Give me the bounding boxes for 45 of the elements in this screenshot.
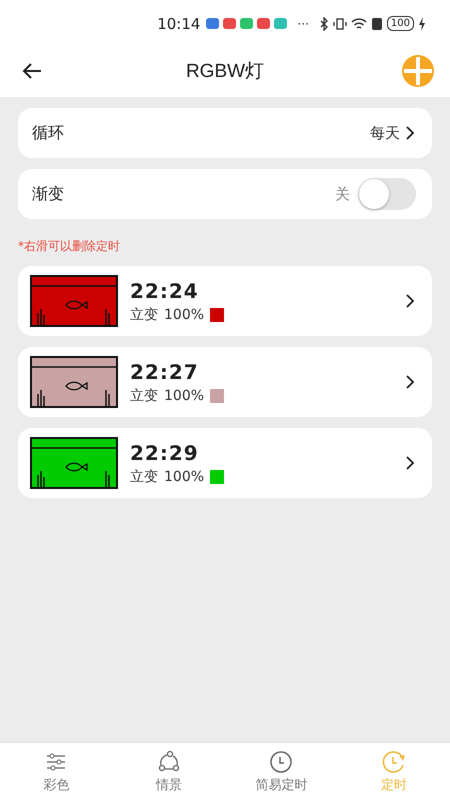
- notification-icon: [223, 18, 236, 29]
- vibrate-icon: [332, 16, 347, 30]
- timer-time: 22:29: [130, 440, 200, 464]
- wifi-icon: [350, 16, 367, 30]
- notification-icon: [274, 18, 288, 29]
- timer-brightness: 100%: [164, 388, 204, 404]
- more-notifications: ···: [297, 16, 309, 30]
- timer-mode: 立变: [130, 306, 158, 324]
- battery-level: 100: [386, 16, 414, 31]
- status-time: 10:14: [157, 14, 200, 32]
- nav-tab[interactable]: 情景: [124, 750, 214, 794]
- timer-row[interactable]: 22:27 立变 100%: [18, 347, 432, 417]
- timer-time: 22:24: [130, 278, 200, 302]
- timer-row[interactable]: 22:24 立变 100%: [18, 266, 432, 336]
- clock-arrow-icon: [382, 750, 406, 774]
- notification-icon: [206, 18, 220, 29]
- notification-icon: [240, 18, 254, 29]
- setting-label: 渐变: [32, 184, 64, 204]
- chevron-right-icon: [404, 293, 416, 309]
- nav-tab[interactable]: 简易定时: [236, 750, 326, 794]
- notification-icon: [257, 18, 270, 29]
- hint-text: *右滑可以删除定时: [18, 238, 121, 255]
- plus-icon: [402, 55, 434, 87]
- setting-value: 每天: [370, 124, 400, 142]
- timer-time: 22:27: [130, 360, 200, 384]
- page-title: RGBW灯: [186, 60, 264, 84]
- timer-brightness: 100%: [164, 306, 204, 322]
- clock-icon: [269, 750, 294, 774]
- chevron-right-icon: [404, 455, 416, 471]
- setting-row[interactable]: 循环 每天: [18, 108, 432, 158]
- timer-mode: 立变: [130, 386, 158, 404]
- chevron-right-icon: [404, 125, 416, 141]
- timer-brightness: 100%: [164, 468, 204, 484]
- timer-mode: 立变: [130, 468, 158, 486]
- add-button[interactable]: [402, 55, 434, 87]
- timer-row[interactable]: 22:29 立变 100%: [18, 428, 432, 498]
- setting-label: 循环: [32, 122, 64, 144]
- chevron-right-icon: [404, 374, 416, 390]
- toggle-switch[interactable]: [358, 178, 416, 210]
- nav-tab[interactable]: 彩色: [11, 750, 102, 794]
- setting-value: 关: [335, 184, 350, 204]
- sim-icon: [370, 16, 383, 30]
- charging-icon: [418, 16, 426, 30]
- nodes-icon: [156, 750, 181, 774]
- bluetooth-icon: [318, 16, 329, 30]
